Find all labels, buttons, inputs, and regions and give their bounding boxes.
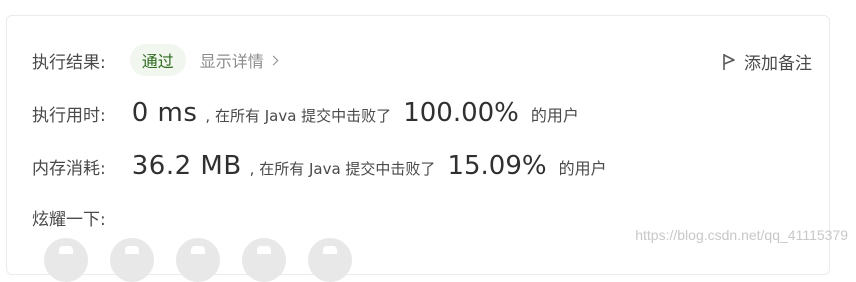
- result-row: 执行结果: 通过 显示详情: [32, 44, 279, 76]
- share-icon-1[interactable]: [44, 238, 88, 282]
- runtime-beat-text: , 在所有 Java 提交中击败了: [205, 107, 392, 125]
- share-icon-2[interactable]: [110, 238, 154, 282]
- share-row: 炫耀一下:: [32, 205, 106, 230]
- share-label: 炫耀一下:: [32, 210, 106, 230]
- share-icons: [44, 238, 352, 282]
- memory-percent: 15.09%: [447, 151, 547, 181]
- share-icon-3[interactable]: [176, 238, 220, 282]
- chevron-right-icon: [268, 55, 279, 65]
- watermark: https://blog.csdn.net/qq_41115379: [635, 227, 848, 243]
- memory-suffix: 的用户: [558, 159, 607, 178]
- runtime-value: 0 ms: [131, 98, 198, 128]
- runtime-percent: 100.00%: [403, 98, 519, 128]
- memory-row: 内存消耗: 36.2 MB , 在所有 Java 提交中击败了 15.09% 的…: [32, 151, 607, 181]
- show-details-link[interactable]: 显示详情: [199, 48, 279, 72]
- add-note-label: 添加备注: [744, 54, 812, 74]
- runtime-suffix: 的用户: [530, 106, 579, 125]
- memory-value: 36.2 MB: [131, 151, 242, 181]
- runtime-row: 执行用时: 0 ms , 在所有 Java 提交中击败了 100.00% 的用户: [32, 98, 579, 128]
- result-label: 执行结果:: [32, 52, 106, 73]
- share-icon-5[interactable]: [308, 238, 352, 282]
- runtime-label: 执行用时:: [32, 106, 106, 126]
- share-icon-4[interactable]: [242, 238, 286, 282]
- status-badge: 通过: [129, 44, 186, 76]
- flag-icon: [723, 53, 735, 70]
- add-note-button[interactable]: 添加备注: [722, 49, 812, 74]
- show-details-label: 显示详情: [199, 52, 264, 71]
- memory-beat-text: , 在所有 Java 提交中击败了: [249, 160, 436, 178]
- memory-label: 内存消耗:: [32, 159, 106, 179]
